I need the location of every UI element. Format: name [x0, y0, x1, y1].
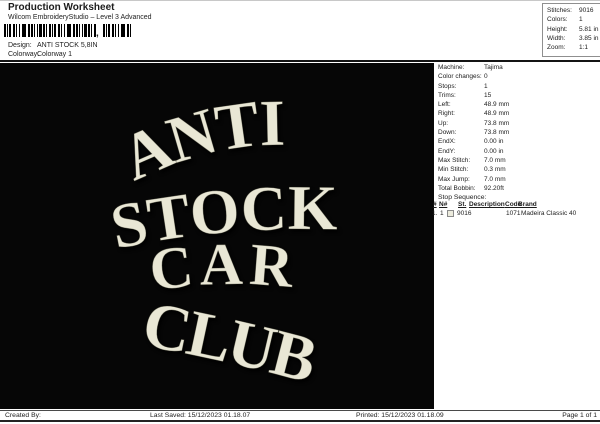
- detail-value: 48.9 mm: [484, 110, 510, 118]
- column-header-num: #: [433, 201, 437, 208]
- detail-value: 73.8 mm: [484, 119, 510, 127]
- summary-label: Width:: [547, 34, 566, 42]
- detail-label: Up:: [438, 119, 449, 127]
- column-header-needle: N#: [439, 201, 448, 208]
- detail-value: 7.0 mm: [484, 175, 506, 183]
- stop-number: 1.: [432, 209, 438, 217]
- detail-row: Left: 48.9 mm: [438, 100, 598, 109]
- detail-label: EndY:: [438, 147, 456, 155]
- production-worksheet-page: Production Worksheet Wilcom EmbroiderySt…: [0, 0, 600, 424]
- summary-label: Stitches:: [547, 7, 572, 14]
- detail-row: Down: 73.8 mm: [438, 128, 598, 137]
- barcode-icon: [103, 24, 131, 37]
- detail-row: Total Bobbin: 92.20ft: [438, 184, 598, 193]
- detail-row: Min Stitch: 0.3 mm: [438, 165, 598, 174]
- design-preview: ANTI STOCK CAR CLUB: [0, 63, 434, 409]
- summary-row: Height: 5.81 in: [543, 25, 600, 34]
- summary-label: Colors:: [547, 16, 568, 24]
- detail-value: 73.8 mm: [484, 129, 510, 137]
- stop-sequence-table: # N# St. Description Code Brand 1. 1 901…: [431, 201, 599, 221]
- colorway-name: Colorway 1: [37, 51, 73, 58]
- detail-label: Down:: [438, 129, 457, 137]
- page-title: Production Worksheet: [8, 2, 115, 13]
- thread-color-fill: [447, 209, 454, 217]
- summary-value: 5.81 in: [579, 25, 599, 33]
- detail-label: Min Stitch:: [438, 166, 469, 174]
- design-summary-box: Stitches: 9016 Colors: 1 Height: 5.81 in Wi…: [542, 3, 600, 57]
- detail-value: 0.3 mm: [484, 166, 506, 174]
- summary-value: 3.85 in: [579, 34, 599, 42]
- detail-row: Machine: Tajima: [438, 63, 598, 72]
- detail-value: 0: [484, 73, 488, 81]
- summary-row: Width: 3.85 in: [543, 34, 600, 43]
- summary-row: Stitches: 9016: [543, 6, 600, 15]
- summary-row: Colors: 1: [543, 15, 600, 24]
- barcode-icon: [4, 24, 97, 37]
- detail-row: Max Stitch: 7.0 mm: [438, 156, 598, 165]
- detail-value: 92.20ft: [484, 184, 504, 192]
- column-header-stitches: St.: [458, 201, 467, 208]
- summary-label: Height:: [547, 25, 568, 33]
- detail-label: Max Jump:: [438, 175, 470, 183]
- detail-value: 0.00 in: [484, 147, 504, 155]
- column-header-brand: Brand: [518, 201, 537, 208]
- design-name: ANTI STOCK 5,8IN: [37, 42, 98, 49]
- machine-details-panel: Machine: Tajima Color changes: 0 Stops: 1 T…: [438, 63, 598, 202]
- design-canvas: ANTI STOCK CAR CLUB: [0, 63, 434, 409]
- detail-row: Color changes: 0: [438, 72, 598, 81]
- detail-value: 48.9 mm: [484, 101, 510, 109]
- detail-value: 15: [484, 91, 492, 99]
- detail-label: Machine:: [438, 64, 465, 71]
- summary-value: 1: [579, 16, 583, 24]
- barcode-separator: ,: [96, 28, 99, 39]
- detail-label: Trims:: [438, 91, 456, 99]
- colorway-label: Colorway:: [8, 51, 40, 58]
- detail-row: Trims: 15: [438, 91, 598, 100]
- software-subtitle: Wilcom EmbroideryStudio – Level 3 Advanc…: [8, 14, 152, 21]
- footer-page-number: Page 1 of 1: [562, 411, 597, 419]
- summary-value: 1:1: [579, 44, 589, 52]
- footer-printed: Printed: 15/12/2023 01.18.09: [356, 411, 444, 419]
- detail-row: Up: 73.8 mm: [438, 119, 598, 128]
- stitch-count: 9016: [457, 209, 472, 217]
- footer-last-saved: Last Saved: 15/12/2023 01.18.07: [150, 411, 251, 419]
- column-header-description: Description: [469, 201, 505, 208]
- summary-row: Zoom: 1:1: [543, 43, 600, 52]
- detail-label: EndX:: [438, 138, 456, 146]
- design-label: Design:: [8, 42, 32, 49]
- detail-value: 7.0 mm: [484, 156, 506, 164]
- detail-label: Total Bobbin:: [438, 184, 476, 192]
- detail-row: Stops: 1: [438, 82, 598, 91]
- detail-row: Max Jump: 7.0 mm: [438, 175, 598, 184]
- detail-value: 0.00 in: [484, 138, 504, 146]
- detail-label: Right:: [438, 110, 455, 118]
- footer-top-rule: [0, 410, 600, 411]
- footer-bottom-rule: [0, 420, 600, 422]
- needle-number: 1: [440, 209, 444, 217]
- thread-code: 1071: [506, 209, 521, 217]
- detail-label: Max Stitch:: [438, 156, 471, 164]
- detail-label: Stops:: [438, 82, 457, 90]
- summary-label: Zoom:: [547, 44, 566, 52]
- footer-created-by: Created By:: [5, 411, 41, 419]
- detail-row: Right: 48.9 mm: [438, 109, 598, 118]
- detail-row: EndX: 0.00 in: [438, 137, 598, 146]
- detail-value: Tajima: [484, 64, 503, 71]
- summary-value: 9016: [579, 7, 594, 14]
- detail-label: Color changes:: [438, 73, 482, 81]
- detail-value: 1: [484, 82, 488, 90]
- thread-brand: Madeira Classic 40: [521, 209, 577, 217]
- header-divider: [0, 60, 600, 62]
- thread-color-swatch: [447, 209, 454, 217]
- detail-label: Left:: [438, 101, 451, 109]
- detail-row: EndY: 0.00 in: [438, 147, 598, 156]
